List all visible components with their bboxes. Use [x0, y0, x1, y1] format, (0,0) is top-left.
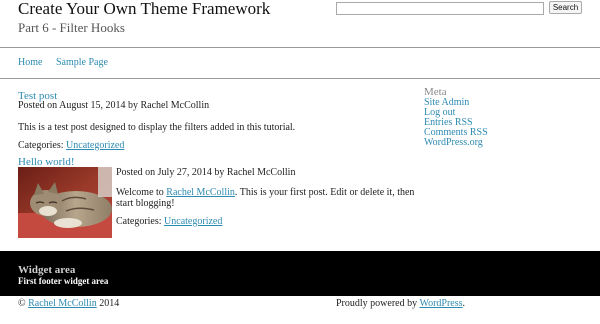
post-meta: Posted on August 15, 2014 by Rachel McCo…	[18, 100, 210, 111]
widget-text: First footer widget area	[18, 276, 109, 286]
post-categories: Categories: Uncategorized	[116, 216, 222, 228]
category-link[interactable]: Uncategorized	[164, 216, 222, 227]
nav-item-sample-page[interactable]: Sample Page	[56, 57, 108, 69]
wordpress-link[interactable]: WordPress	[419, 298, 462, 309]
author-link[interactable]: Rachel McCollin	[166, 187, 235, 198]
post-thumbnail-image[interactable]	[18, 167, 112, 238]
powered-by-suffix: .	[462, 298, 466, 309]
site-description: Part 6 - Filter Hooks	[18, 20, 125, 35]
sidebar-link-wordpress-org[interactable]: WordPress.org	[424, 137, 483, 148]
footer-widget-area	[0, 251, 600, 296]
nav-divider	[0, 78, 600, 79]
post-body-text: Welcome to	[116, 187, 164, 198]
site-title[interactable]: Create Your Own Theme Framework	[18, 0, 270, 19]
post-body-text: . This is your first post. Edit or delet…	[234, 187, 415, 198]
footer-year: 2014	[99, 298, 120, 309]
post-body: This is a test post designed to display …	[18, 122, 296, 133]
post-body-line: start blogging!	[116, 198, 175, 209]
copyright-symbol: ©	[18, 298, 26, 309]
header-divider	[0, 47, 600, 48]
footer-copyright: © Rachel McCollin 2014	[18, 298, 119, 310]
search-input[interactable]	[336, 2, 544, 15]
categories-label: Categories:	[116, 216, 162, 227]
widget-title: Widget area	[18, 264, 76, 276]
categories-label: Categories:	[18, 140, 64, 151]
category-link[interactable]: Uncategorized	[66, 140, 124, 151]
footer-powered-by: Proudly powered by WordPress.	[336, 298, 465, 310]
powered-by-text: Proudly powered by	[336, 298, 418, 309]
search-button[interactable]: Search	[549, 1, 582, 14]
nav-item-home[interactable]: Home	[18, 57, 42, 69]
post-meta: Posted on July 27, 2014 by Rachel McColl…	[116, 167, 296, 178]
footer-author-link[interactable]: Rachel McCollin	[28, 298, 97, 309]
post-categories: Categories: Uncategorized	[18, 140, 124, 152]
